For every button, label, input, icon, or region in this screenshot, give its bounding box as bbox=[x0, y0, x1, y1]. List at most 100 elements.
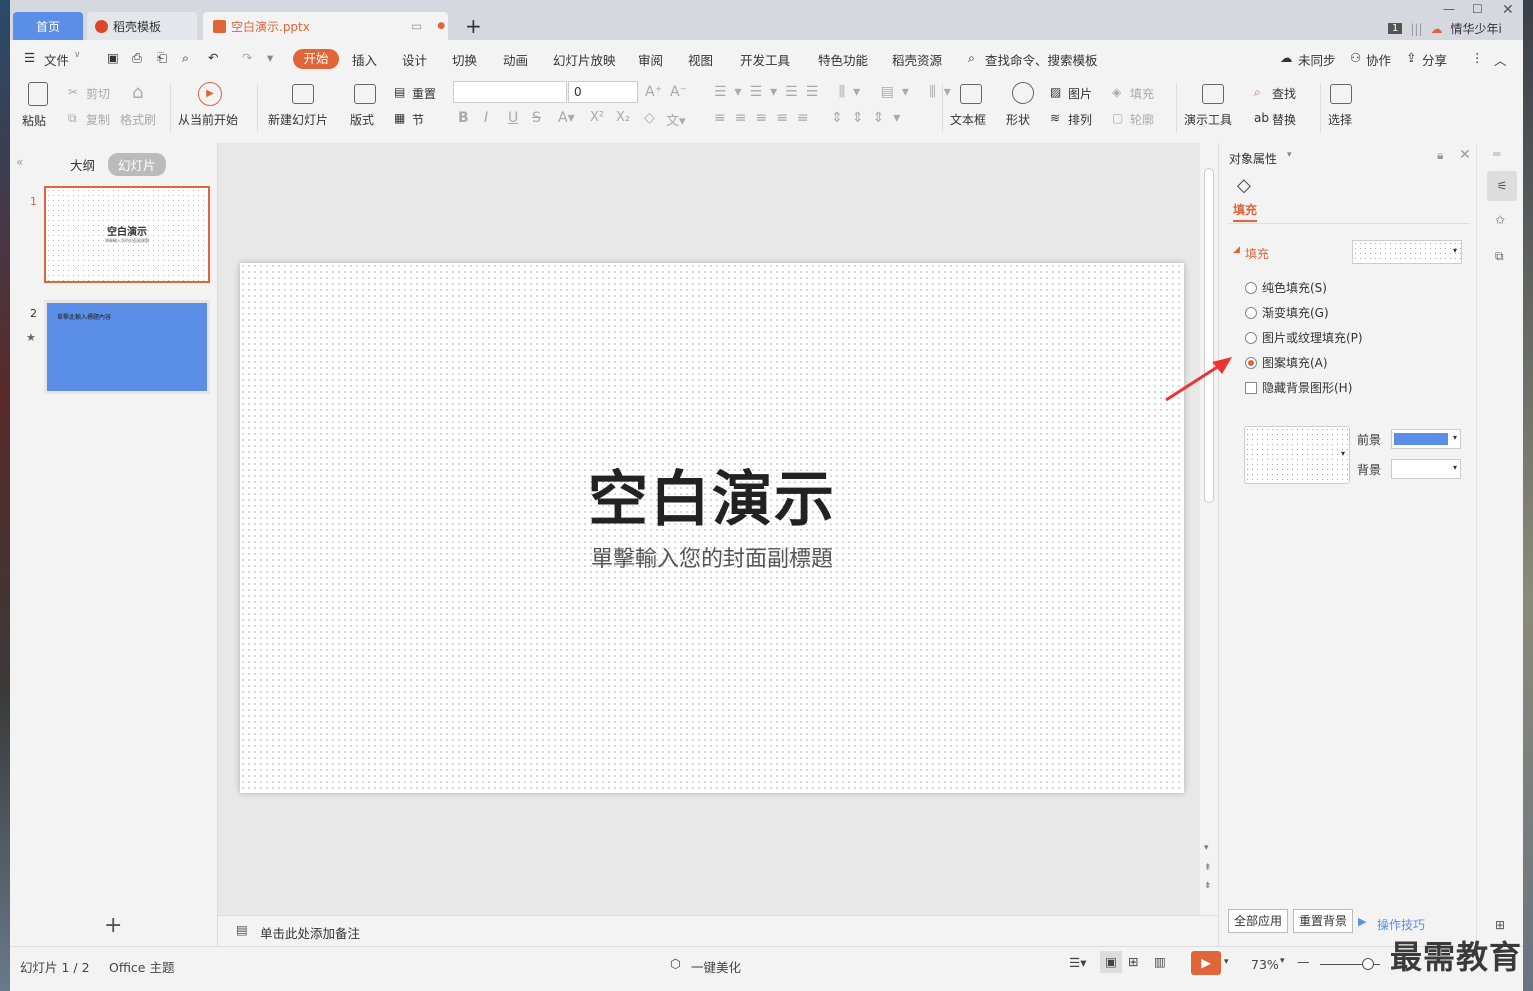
slide-title[interactable]: 空白演示 bbox=[240, 451, 1184, 538]
from-current-button[interactable]: 从当前开始 bbox=[178, 111, 238, 128]
lock-icon[interactable]: 🔒︎ bbox=[1437, 148, 1443, 163]
maximize-icon[interactable]: ☐ bbox=[1472, 2, 1483, 16]
monitor-icon[interactable]: ▭ bbox=[411, 19, 422, 33]
menu-developer[interactable]: 开发工具 bbox=[740, 50, 790, 69]
copy-shape-icon[interactable]: ⧉ bbox=[1495, 249, 1504, 264]
checkbox-icon[interactable] bbox=[1245, 381, 1257, 394]
radio-icon[interactable] bbox=[1245, 306, 1257, 319]
background-color-picker[interactable]: ▾ bbox=[1391, 459, 1461, 479]
superscript-icon[interactable]: X² bbox=[590, 110, 604, 125]
tab-home[interactable]: 首页 bbox=[13, 12, 83, 40]
cut-button[interactable]: 剪切 bbox=[86, 85, 110, 102]
add-slide-button[interactable]: + bbox=[104, 913, 122, 938]
replace-button[interactable]: 替换 bbox=[1272, 111, 1296, 128]
select-button[interactable]: 选择 bbox=[1328, 111, 1352, 128]
section-button[interactable]: 节 bbox=[412, 111, 424, 128]
decrease-font-icon[interactable]: A⁻ bbox=[670, 84, 687, 100]
menu-insert[interactable]: 插入 bbox=[352, 50, 377, 69]
menu-animation[interactable]: 动画 bbox=[503, 50, 528, 69]
fill-button[interactable]: 填充 bbox=[1130, 85, 1154, 102]
collapse-pane-icon[interactable]: « bbox=[16, 155, 23, 169]
subscript-icon[interactable]: X₂ bbox=[616, 110, 630, 125]
increase-font-icon[interactable]: A⁺ bbox=[645, 84, 662, 100]
print-preview-icon[interactable]: ⎙ bbox=[132, 50, 142, 66]
foreground-color-picker[interactable]: ▾ bbox=[1391, 429, 1461, 449]
copy-button[interactable]: 复制 bbox=[86, 111, 110, 128]
magic-icon[interactable]: ✩ bbox=[1495, 213, 1505, 227]
picture-button[interactable]: 图片 bbox=[1068, 85, 1092, 102]
redo-icon[interactable]: ↷ bbox=[242, 50, 252, 65]
sync-status[interactable]: 未同步 bbox=[1298, 50, 1336, 69]
share-button[interactable]: 分享 bbox=[1422, 50, 1447, 69]
scroll-thumb[interactable] bbox=[1204, 168, 1214, 503]
notes-toggle-icon[interactable]: ☰▾ bbox=[1069, 955, 1086, 970]
print-icon[interactable]: ⎗ bbox=[157, 50, 167, 66]
outline-button[interactable]: 轮廓 bbox=[1130, 111, 1154, 128]
clear-format-icon[interactable]: ◇ bbox=[644, 110, 655, 126]
beautify-button[interactable]: 一键美化 bbox=[691, 957, 741, 976]
align-icons[interactable]: ≡≡≡≡≡ ⇕⇕⇕▾ bbox=[714, 110, 909, 126]
radio-icon[interactable] bbox=[1245, 331, 1257, 344]
zoom-out-icon[interactable]: — bbox=[1297, 954, 1310, 969]
grid-apps-icon[interactable]: ⊞ bbox=[1495, 918, 1505, 932]
hamburger-icon[interactable]: ☰ bbox=[24, 50, 35, 65]
panel-title[interactable]: 对象属性 bbox=[1229, 150, 1277, 167]
option-solid-fill[interactable]: 纯色填充(S) bbox=[1245, 279, 1327, 296]
scroll-down-icon[interactable]: ▾ bbox=[1204, 843, 1209, 853]
slide-subtitle[interactable]: 單擊輸入您的封面副標題 bbox=[240, 541, 1184, 573]
pinyin-icon[interactable]: 文▾ bbox=[666, 110, 686, 129]
format-painter-button[interactable]: 格式刷 bbox=[120, 111, 156, 128]
expand-triangle-icon[interactable]: ◢ bbox=[1233, 245, 1240, 255]
underline-icon[interactable]: U bbox=[508, 110, 518, 126]
radio-selected-icon[interactable] bbox=[1245, 356, 1257, 369]
zoom-level[interactable]: 73% bbox=[1251, 957, 1279, 972]
tab-slides[interactable]: 幻灯片 bbox=[108, 153, 166, 176]
reset-button[interactable]: 重置 bbox=[412, 85, 436, 102]
tab-outline[interactable]: 大纲 bbox=[70, 155, 95, 174]
zoom-slider-thumb[interactable] bbox=[1362, 958, 1374, 970]
menu-review[interactable]: 审阅 bbox=[638, 50, 663, 69]
play-slideshow-icon[interactable]: ▶ bbox=[1191, 951, 1221, 975]
menu-features[interactable]: 特色功能 bbox=[818, 50, 868, 69]
prev-slide-icon[interactable]: ⇞ bbox=[1204, 863, 1212, 873]
notes-bar[interactable]: ▤ 单击此处添加备注 bbox=[218, 915, 1218, 946]
option-picture-fill[interactable]: 图片或纹理填充(P) bbox=[1245, 329, 1363, 346]
radio-icon[interactable] bbox=[1245, 281, 1257, 294]
properties-icon[interactable]: ⚟ bbox=[1487, 171, 1517, 201]
menu-file[interactable]: 文件 bbox=[44, 50, 69, 69]
font-name-dropdown[interactable] bbox=[453, 81, 567, 103]
slide-thumbnail-1[interactable]: 空白演示 單擊輸入您的封面副標題 bbox=[44, 186, 210, 283]
close-window-icon[interactable]: ✕ bbox=[1502, 2, 1514, 18]
close-icon[interactable]: ✕ bbox=[1459, 147, 1471, 163]
menu-design[interactable]: 设计 bbox=[402, 50, 427, 69]
menu-docer[interactable]: 稻壳资源 bbox=[892, 50, 942, 69]
option-gradient-fill[interactable]: 渐变填充(G) bbox=[1245, 304, 1329, 321]
menu-transition[interactable]: 切换 bbox=[452, 50, 477, 69]
notes-placeholder[interactable]: 单击此处添加备注 bbox=[260, 923, 360, 942]
paste-button[interactable]: 粘贴 bbox=[22, 112, 46, 129]
new-tab-button[interactable]: + bbox=[465, 14, 482, 38]
sorter-view-icon[interactable]: ⊞ bbox=[1128, 954, 1138, 969]
menu-slideshow[interactable]: 幻灯片放映 bbox=[553, 50, 616, 69]
list-icons[interactable]: ☰▾☰▾☰☰ ⫼▾ ▤▾ ⫼▾ bbox=[714, 84, 959, 100]
pattern-dropdown[interactable]: ▾ bbox=[1244, 426, 1350, 484]
italic-icon[interactable]: I bbox=[484, 110, 488, 126]
new-slide-button[interactable]: 新建幻灯片 bbox=[268, 111, 328, 128]
vertical-scrollbar[interactable]: ▾ ⇞ ⇟ bbox=[1200, 143, 1218, 915]
option-pattern-fill[interactable]: 图案填充(A) bbox=[1245, 354, 1328, 371]
option-hide-background[interactable]: 隐藏背景图形(H) bbox=[1245, 379, 1352, 396]
undo-icon[interactable]: ↶ bbox=[208, 50, 218, 65]
layout-button[interactable]: 版式 bbox=[350, 111, 374, 128]
user-area[interactable]: 1 ||| ☁ 情华少年i bbox=[1388, 20, 1502, 37]
customize-icon[interactable]: ▾ bbox=[267, 50, 273, 65]
menu-start[interactable]: 开始 bbox=[293, 49, 339, 69]
tab-fill[interactable]: 填充 bbox=[1233, 201, 1258, 222]
textbox-button[interactable]: 文本框 bbox=[950, 111, 986, 128]
slide-thumbnail-2[interactable]: 單擊此輸入標題內容 bbox=[44, 300, 210, 394]
bold-icon[interactable]: B bbox=[458, 110, 469, 126]
more-icon[interactable]: ⋮ bbox=[1471, 50, 1484, 65]
next-slide-icon[interactable]: ⇟ bbox=[1204, 881, 1212, 891]
collapse-ribbon-icon[interactable]: ︿ bbox=[1494, 50, 1507, 69]
tab-document[interactable]: 空白演示.pptx ▭ ● bbox=[203, 12, 448, 40]
fill-preview-dropdown[interactable]: ▾ bbox=[1352, 240, 1462, 264]
